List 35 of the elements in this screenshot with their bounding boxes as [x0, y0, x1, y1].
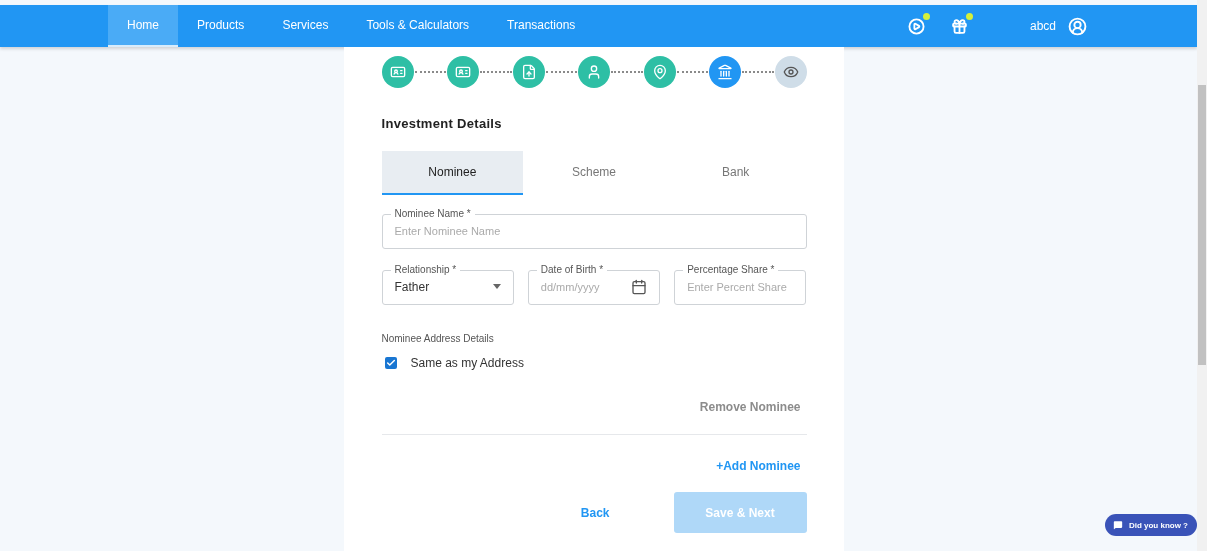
checkbox[interactable] — [384, 357, 397, 369]
back-button[interactable]: Back — [574, 504, 616, 521]
input-field[interactable]: Nominee Name * Enter Nominee Name — [381, 209, 807, 249]
gift-icon[interactable] — [950, 17, 968, 35]
field-label: Relationship * — [393, 265, 458, 275]
nav-item[interactable]: Tools & Calculators — [347, 5, 489, 47]
add-nominee-link[interactable]: +Add Nominee — [716, 459, 801, 473]
date-input[interactable]: dd/mm/yyyy — [540, 280, 632, 293]
field-label: Nominee Name * — [393, 209, 472, 219]
section-label: Nominee Address Details — [381, 333, 495, 344]
relationship-select[interactable]: Relationship * Father — [381, 265, 514, 305]
text-input[interactable]: Enter Percent Share — [687, 280, 794, 293]
scrollbar[interactable] — [1197, 0, 1207, 551]
help-button[interactable]: Did you know ? — [1104, 514, 1197, 536]
text-input[interactable]: Enter Nominee Name — [394, 224, 794, 237]
tab[interactable]: Nominee — [381, 151, 524, 195]
caret-icon — [492, 284, 501, 289]
nav-item[interactable]: Transactions — [488, 5, 595, 47]
nav-item[interactable]: Home — [108, 5, 178, 47]
remove-nominee-link[interactable]: Remove Nominee — [699, 400, 801, 414]
play-icon[interactable] — [907, 17, 925, 35]
notification-dot — [922, 12, 930, 20]
nav-item[interactable]: Products — [178, 5, 264, 47]
account-icon[interactable] — [1068, 16, 1087, 36]
user-name[interactable]: abcd — [1029, 19, 1056, 33]
field-label: Percentage Share * — [686, 265, 776, 275]
checkbox-label: Same as my Address — [410, 356, 524, 370]
chat-icon — [1112, 520, 1123, 530]
notification-dot — [965, 12, 973, 20]
field-label: Date of Birth * — [539, 265, 605, 275]
date-field[interactable]: Date of Birth * dd/mm/yyyy — [527, 265, 661, 305]
section-title: Investment Details — [381, 116, 503, 131]
calendar-icon[interactable] — [631, 278, 648, 295]
input-field[interactable]: Percentage Share * Enter Percent Share — [674, 265, 807, 305]
nav-item[interactable]: Services — [263, 5, 348, 47]
